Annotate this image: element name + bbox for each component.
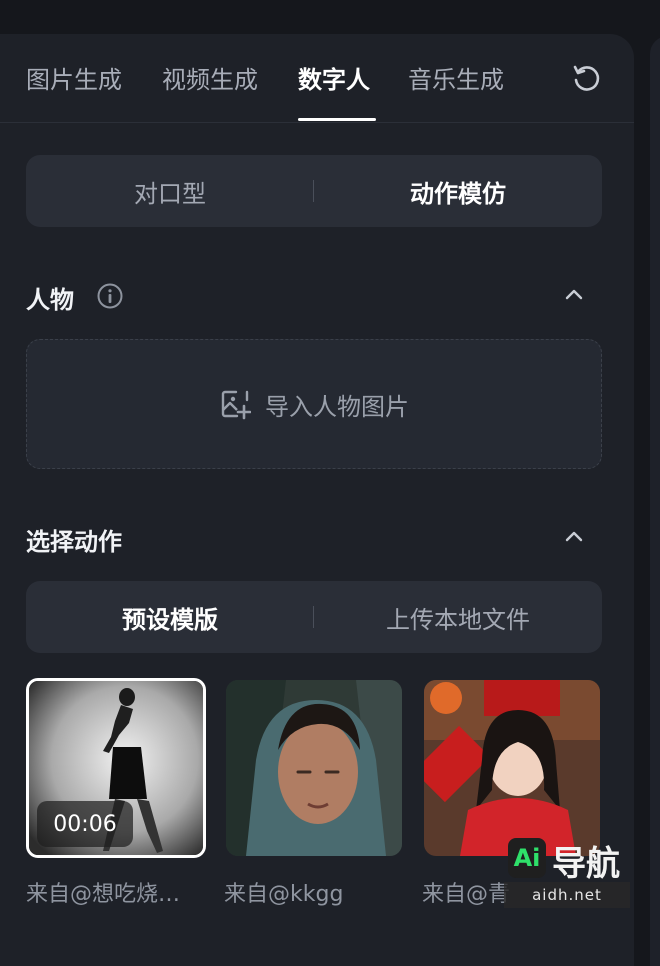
refresh-icon[interactable]: [570, 62, 602, 94]
template-thumbnail[interactable]: [424, 680, 600, 856]
template-caption: 来自@kkgg: [224, 882, 344, 907]
person-collapse-chevron-up-icon[interactable]: [562, 283, 586, 307]
template-thumbnail[interactable]: [226, 680, 402, 856]
template-preview-image: [424, 680, 600, 856]
watermark-text: 导航: [552, 844, 620, 884]
tab-image-generation[interactable]: 图片生成: [26, 60, 122, 95]
template-preview-image: [226, 680, 402, 856]
action-source-segmented-control: 预设模版 上传本地文件: [26, 581, 602, 653]
select-action-section-title: 选择动作: [26, 528, 122, 556]
info-icon[interactable]: [96, 282, 124, 310]
video-duration-badge: 00:06: [37, 801, 133, 847]
tab-video-generation[interactable]: 视频生成: [162, 60, 258, 95]
aidh-watermark: Ai 导航 aidh.net: [504, 836, 630, 936]
mode-motion-imitation[interactable]: 动作模仿: [314, 155, 602, 227]
upload-content: 导入人物图片: [219, 387, 409, 422]
import-person-image-dropzone[interactable]: 导入人物图片: [26, 339, 602, 469]
action-collapse-chevron-up-icon[interactable]: [562, 525, 586, 549]
watermark-badge: Ai: [508, 838, 546, 878]
page: 图片生成 视频生成 数字人 音乐生成 对口型 动作模仿 人物 导入人物图片 选择…: [0, 0, 660, 966]
import-person-image-label: 导入人物图片: [265, 392, 409, 421]
template-caption: 来自@想吃烧…: [26, 882, 181, 907]
adjacent-panel-edge: [650, 36, 660, 966]
mode-segmented-control: 对口型 动作模仿: [26, 155, 602, 227]
digital-human-panel: 图片生成 视频生成 数字人 音乐生成 对口型 动作模仿 人物 导入人物图片 选择…: [0, 34, 634, 966]
tab-music-generation[interactable]: 音乐生成: [408, 60, 504, 95]
watermark-url: aidh.net: [504, 882, 630, 908]
active-tab-indicator: [298, 118, 376, 121]
tab-bar: 图片生成 视频生成 数字人 音乐生成: [0, 34, 634, 123]
source-preset-templates[interactable]: 预设模版: [26, 581, 314, 653]
tab-digital-human[interactable]: 数字人: [298, 60, 370, 95]
add-image-icon: [221, 390, 251, 420]
person-section-title: 人物: [26, 286, 74, 314]
source-upload-local-file[interactable]: 上传本地文件: [314, 581, 602, 653]
template-thumbnail[interactable]: 00:06: [26, 678, 206, 858]
mode-lip-sync[interactable]: 对口型: [26, 155, 314, 227]
